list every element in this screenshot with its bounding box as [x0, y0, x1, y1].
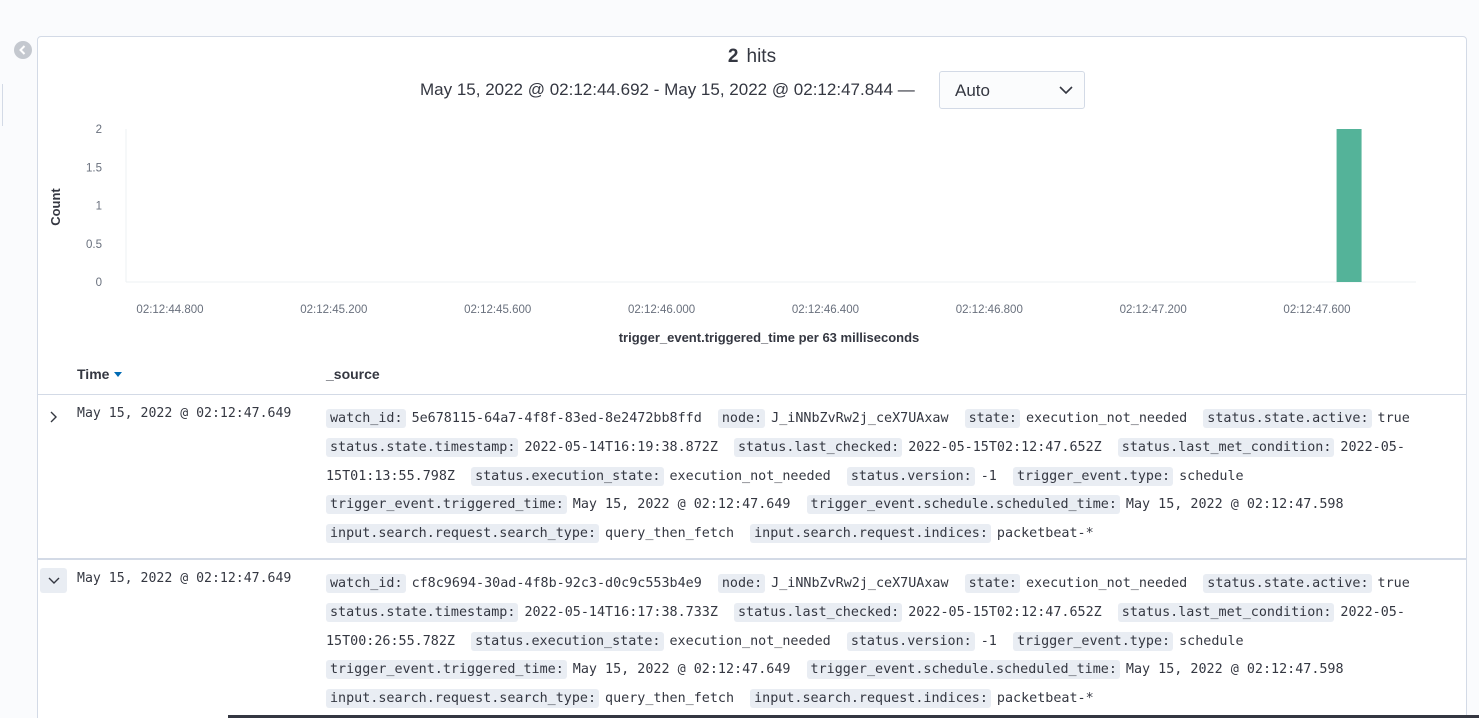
field-key: status.version: [846, 466, 975, 486]
field-value: 2022-05-14T16:19:38.872Z [524, 439, 718, 455]
field-value: execution_not_needed [669, 468, 831, 484]
field-value: packetbeat-* [996, 691, 1094, 707]
field-value: query_then_fetch [605, 691, 735, 707]
time-column-header[interactable]: Time [77, 366, 123, 382]
field-value: May 15, 2022 @ 02:12:47.649 [572, 662, 791, 678]
time-header-label: Time [77, 366, 110, 382]
time-range-text: May 15, 2022 @ 02:12:44.692 - May 15, 20… [420, 80, 915, 99]
field-key: status.execution_state: [471, 466, 664, 486]
field-value: cf8c9694-30ad-4f8b-92c3-d0c9c553b4e9 [411, 576, 702, 591]
x-tick-label: 02:12:47.200 [1120, 304, 1187, 316]
y-tick-label: 0 [96, 277, 102, 289]
chevron-down-icon [1059, 86, 1073, 95]
x-axis-title: trigger_event.triggered_time per 63 mill… [619, 330, 920, 345]
histogram-bar [1336, 129, 1362, 282]
field-key: trigger_event.type: [1012, 631, 1174, 651]
y-tick-label: 1 [96, 201, 102, 213]
discover-results-panel: 2 hits May 15, 2022 @ 02:12:44.692 - May … [37, 36, 1467, 718]
field-key: status.execution_state: [471, 631, 664, 651]
field-key: trigger_event.schedule.scheduled_time: [806, 495, 1120, 515]
field-key: trigger_event.triggered_time: [326, 495, 567, 515]
y-tick-label: 0.5 [86, 239, 102, 251]
field-key: state: [964, 409, 1020, 428]
x-tick-label: 02:12:46.400 [792, 304, 859, 316]
field-value: schedule [1179, 633, 1244, 649]
source-cell: watch_id: 5e678115-64a7-4f8f-83ed-8e2472b… [326, 405, 1458, 549]
hits-count: 2 hits [38, 46, 1466, 68]
field-key: status.version: [846, 631, 975, 651]
hits-label: hits [746, 46, 777, 67]
sidebar-edge [0, 84, 3, 126]
field-key: status.state.active: [1203, 574, 1372, 593]
x-tick-label: 02:12:47.600 [1283, 304, 1350, 316]
field-value: execution_not_needed [1025, 576, 1188, 591]
field-key: status.last_met_condition: [1117, 602, 1335, 622]
field-value: May 15, 2022 @ 02:12:47.649 [572, 497, 791, 513]
time-cell: May 15, 2022 @ 02:12:47.649 [77, 406, 292, 421]
field-value: J_iNNbZvRw2j_ceX7UAxaw [771, 576, 949, 591]
field-value: 2022-05-15T02:12:47.652Z [908, 604, 1102, 620]
chevron-down-icon [48, 577, 60, 584]
table-row: May 15, 2022 @ 02:12:47.649 watch_id: cf8… [38, 559, 1466, 718]
field-key: state: [964, 574, 1020, 593]
time-cell: May 15, 2022 @ 02:12:47.649 [77, 571, 292, 586]
field-key: status.state.timestamp: [326, 602, 519, 622]
interval-select[interactable]: Auto [939, 71, 1085, 109]
field-key: watch_id: [326, 574, 406, 593]
field-value: execution_not_needed [669, 633, 831, 649]
field-value: 2022-05-14T16:17:38.733Z [524, 604, 718, 620]
hits-number: 2 [727, 46, 739, 67]
field-value: execution_not_needed [1025, 411, 1188, 426]
field-value: true [1377, 576, 1410, 591]
field-key: input.search.request.search_type: [326, 689, 600, 709]
field-value: 2022-05-15T02:12:47.652Z [908, 439, 1102, 455]
field-key: status.state.timestamp: [326, 437, 519, 457]
field-key: watch_id: [326, 409, 406, 428]
field-key: input.search.request.indices: [750, 689, 991, 709]
x-tick-label: 02:12:45.600 [464, 304, 531, 316]
field-value: -1 [980, 633, 997, 649]
x-tick-label: 02:12:46.800 [956, 304, 1023, 316]
field-key: status.last_checked: [733, 437, 903, 457]
source-cell: watch_id: cf8c9694-30ad-4f8b-92c3-d0c9c55… [326, 570, 1458, 714]
field-value: packetbeat-* [996, 526, 1094, 542]
field-key: status.last_met_condition: [1117, 437, 1335, 457]
field-value: J_iNNbZvRw2j_ceX7UAxaw [771, 411, 949, 426]
field-value: true [1377, 411, 1410, 426]
field-value: May 15, 2022 @ 02:12:47.598 [1125, 497, 1344, 513]
source-column-header: _source [326, 366, 380, 382]
x-tick-label: 02:12:44.800 [136, 304, 203, 316]
field-value: query_then_fetch [605, 526, 735, 542]
field-key: trigger_event.triggered_time: [326, 660, 567, 680]
field-key: trigger_event.schedule.scheduled_time: [806, 660, 1120, 680]
x-tick-label: 02:12:45.200 [300, 304, 367, 316]
field-key: node: [717, 409, 766, 428]
table-header: Time _source [38, 362, 1466, 395]
table-row: May 15, 2022 @ 02:12:47.649 watch_id: 5e6… [38, 395, 1466, 559]
field-value: 5e678115-64a7-4f8f-83ed-8e2472bb8ffd [411, 411, 702, 426]
chevron-right-icon [50, 411, 57, 423]
field-key: status.last_checked: [733, 602, 903, 622]
y-axis-title: Count [48, 188, 63, 226]
sort-down-icon[interactable] [114, 372, 123, 377]
expand-row-button[interactable] [40, 403, 67, 428]
field-value: May 15, 2022 @ 02:12:47.598 [1125, 662, 1344, 678]
field-key: status.state.active: [1203, 409, 1372, 428]
histogram-chart[interactable]: 2 1.5 1 0.5 0 02:12:44.800 02:12:45.200 02:12:4… [38, 117, 1466, 362]
field-key: input.search.request.indices: [750, 524, 991, 544]
x-tick-label: 02:12:46.000 [628, 304, 695, 316]
field-value: schedule [1179, 468, 1244, 484]
field-key: trigger_event.type: [1012, 466, 1174, 486]
field-key: input.search.request.search_type: [326, 524, 600, 544]
field-value: -1 [980, 468, 997, 484]
y-tick-label: 1.5 [86, 162, 102, 174]
y-tick-label: 2 [96, 124, 102, 136]
collapse-sidebar-icon[interactable] [14, 41, 32, 59]
field-key: node: [717, 574, 766, 593]
interval-selected-value: Auto [955, 81, 990, 100]
collapse-row-button[interactable] [40, 568, 67, 593]
